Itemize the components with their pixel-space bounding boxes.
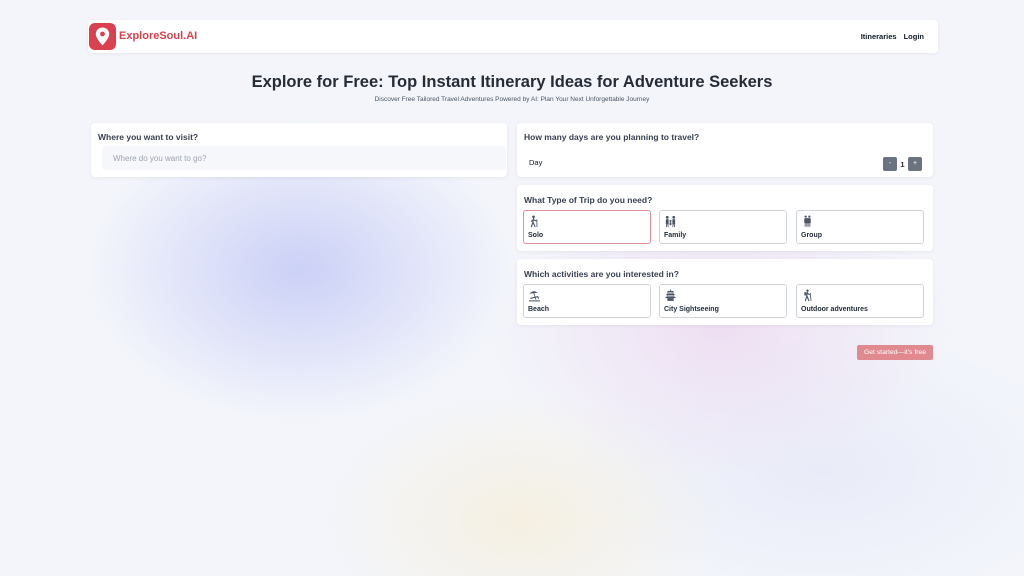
nav-links: Itineraries Login	[861, 32, 924, 41]
nav-login-link[interactable]: Login	[904, 32, 924, 41]
day-unit-label: Day	[529, 158, 543, 167]
decrement-days-button[interactable]: -	[883, 157, 897, 171]
activities-card: Which activities are you interested in? …	[517, 259, 933, 325]
group-icon	[804, 215, 811, 227]
destination-question: Where you want to visit?	[98, 132, 199, 142]
trip-type-question: What Type of Trip do you need?	[524, 195, 653, 205]
get-started-button[interactable]: Get started—it's free	[857, 345, 933, 360]
pagoda-icon	[664, 289, 677, 301]
days-card: How many days are you planning to travel…	[517, 123, 933, 177]
hiker-icon	[804, 289, 812, 302]
days-value: 1	[900, 159, 905, 169]
activity-option-city-sightseeing[interactable]: City Sightseeing	[659, 284, 787, 318]
activity-option-label: Beach	[528, 306, 550, 313]
trip-option-group[interactable]: Group	[796, 210, 924, 244]
days-question: How many days are you planning to travel…	[524, 132, 700, 142]
trip-type-card: What Type of Trip do you need? Solo Fami…	[517, 185, 933, 251]
activity-option-outdoor-adventures[interactable]: Outdoor adventures	[796, 284, 924, 318]
trip-option-label: Family	[664, 232, 687, 239]
trip-option-family[interactable]: Family	[659, 210, 787, 244]
activity-option-beach[interactable]: Beach	[523, 284, 651, 318]
location-pin-logo-icon[interactable]	[89, 23, 116, 50]
top-navbar: ExploreSoul.AI Itineraries Login	[88, 20, 938, 53]
destination-card: Where you want to visit?	[91, 123, 507, 177]
beach-icon	[528, 291, 541, 302]
page-title: Explore for Free: Top Instant Itinerary …	[251, 73, 773, 91]
page-subtitle: Discover Free Tailored Travel Adventures…	[374, 96, 650, 103]
trip-option-label: Group	[801, 232, 822, 239]
brand-name[interactable]: ExploreSoul.AI	[119, 30, 197, 42]
days-stepper: - 1 +	[883, 157, 922, 171]
family-icon	[665, 215, 676, 228]
trip-option-solo[interactable]: Solo	[523, 210, 651, 244]
activity-option-label: City Sightseeing	[664, 306, 719, 313]
nav-itineraries-link[interactable]: Itineraries	[861, 32, 897, 41]
trip-option-label: Solo	[528, 232, 544, 239]
solo-traveler-icon	[530, 215, 538, 228]
increment-days-button[interactable]: +	[908, 157, 922, 171]
activities-question: Which activities are you interested in?	[524, 269, 679, 279]
destination-input[interactable]	[102, 146, 506, 170]
activity-option-label: Outdoor adventures	[801, 306, 868, 313]
